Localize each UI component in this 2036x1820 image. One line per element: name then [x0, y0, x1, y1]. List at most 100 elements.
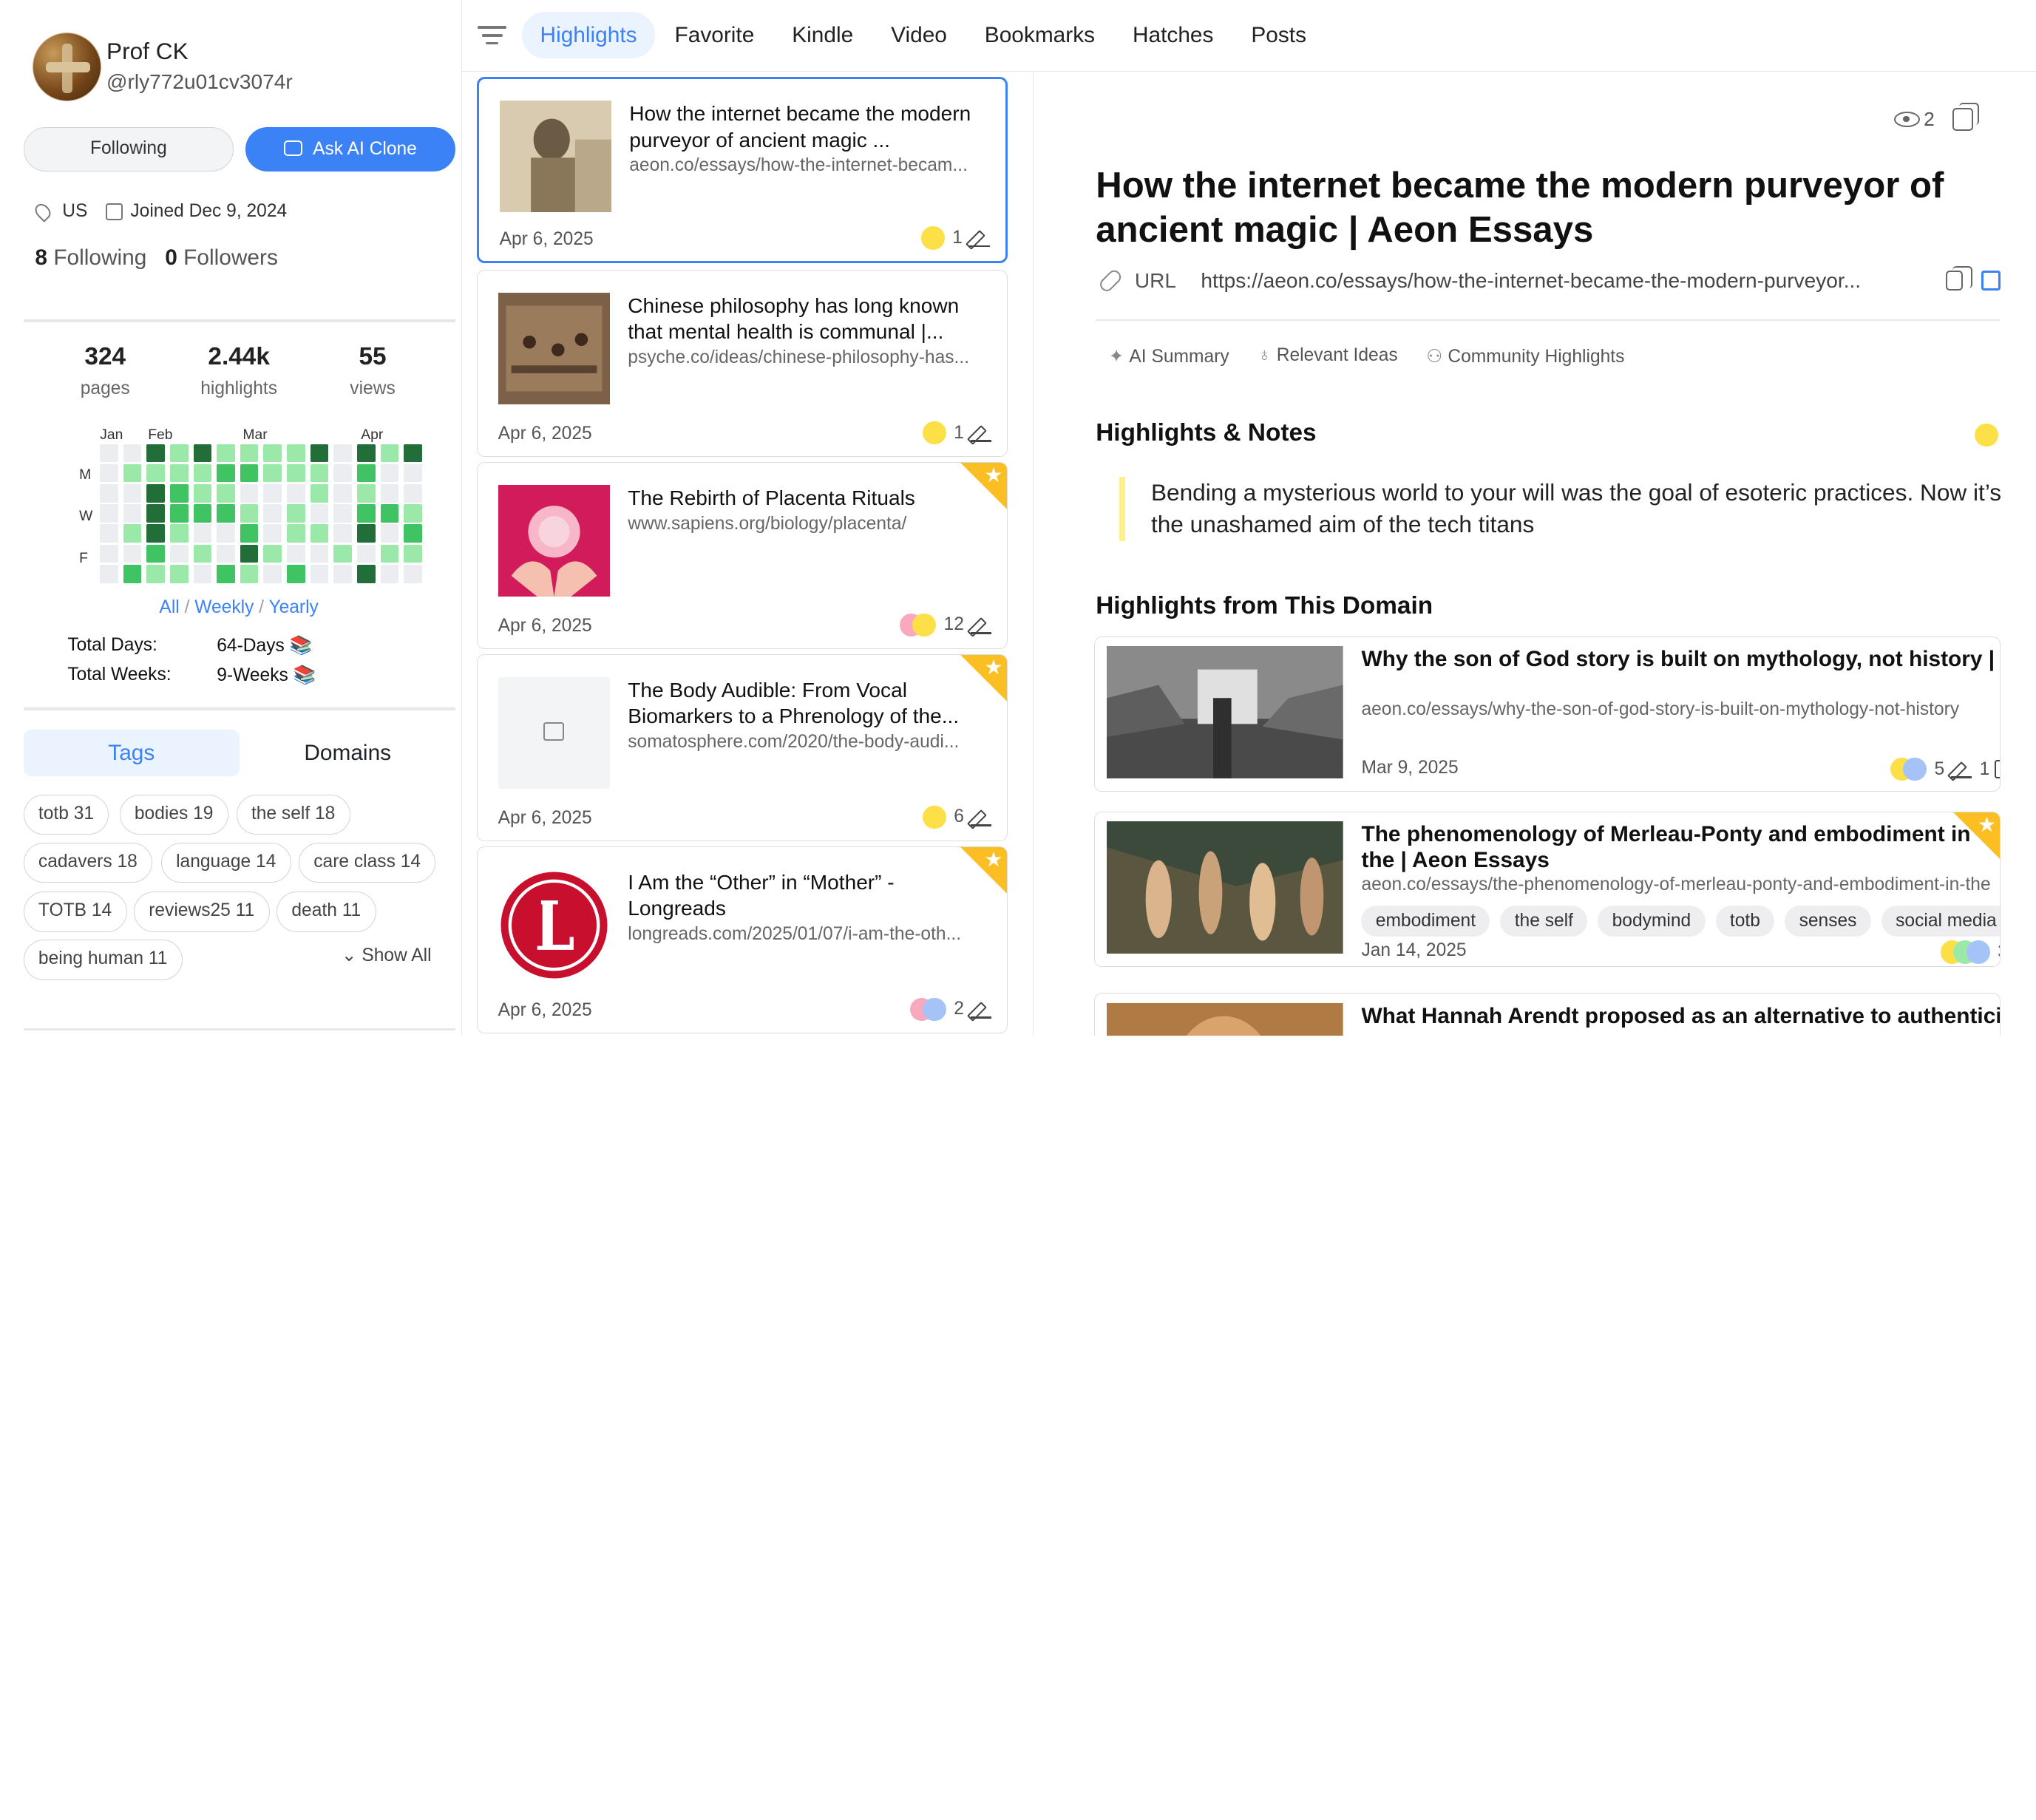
- tab-kindle[interactable]: Kindle: [774, 12, 872, 58]
- heatmap-cell[interactable]: [100, 504, 118, 523]
- heatmap-cell[interactable]: [380, 484, 399, 503]
- list-item[interactable]: I Am the “Other” in “Mother” - Longreads…: [476, 846, 1008, 1033]
- favorite-star-icon[interactable]: ★: [960, 463, 1007, 510]
- heatmap-cell[interactable]: [310, 484, 329, 503]
- heatmap-cell[interactable]: [404, 464, 422, 483]
- domain-item[interactable]: What Hannah Arendt proposed as an altern…: [1094, 993, 2001, 1036]
- heatmap-cell[interactable]: [333, 544, 352, 563]
- heatmap-cell[interactable]: [146, 484, 166, 503]
- heatmap-cell[interactable]: [356, 444, 376, 463]
- heatmap-cell[interactable]: [100, 464, 118, 483]
- heatmap-cell[interactable]: [310, 504, 329, 523]
- tag-chip[interactable]: senses: [1785, 906, 1871, 937]
- domain-item[interactable]: The phenomenology of Merleau-Ponty and e…: [1094, 811, 2001, 968]
- heatmap-cell[interactable]: [380, 524, 399, 543]
- heatmap-cell[interactable]: [287, 464, 305, 483]
- heatmap-cell[interactable]: [123, 504, 142, 523]
- favorite-star-icon[interactable]: ★: [960, 655, 1007, 702]
- heatmap-cell[interactable]: [333, 524, 352, 543]
- tag-chip[interactable]: embodiment: [1361, 906, 1490, 937]
- heatmap-cell[interactable]: [287, 484, 305, 503]
- external-link-icon[interactable]: [1981, 271, 2001, 291]
- heatmap-cell[interactable]: [170, 484, 189, 503]
- heatmap-cell[interactable]: [310, 444, 329, 463]
- heatmap-cell[interactable]: [217, 564, 235, 583]
- heatmap-cell[interactable]: [287, 544, 305, 563]
- heatmap-cell[interactable]: [100, 484, 118, 503]
- copy-icon[interactable]: [1952, 102, 1979, 132]
- heatmap-cell[interactable]: [217, 444, 235, 463]
- heatmap-cell[interactable]: [333, 504, 352, 523]
- show-all-tags[interactable]: ⌄ Show All: [342, 944, 432, 966]
- article-url[interactable]: https://aeon.co/essays/how-the-internet-…: [1201, 269, 1927, 293]
- followers-link[interactable]: 0 Followers: [165, 245, 278, 270]
- heatmap-cell[interactable]: [240, 484, 259, 503]
- heatmap-cell[interactable]: [333, 464, 352, 483]
- heatmap-cell[interactable]: [217, 504, 235, 523]
- heatmap-cell[interactable]: [310, 524, 329, 543]
- heatmap-cell[interactable]: [333, 484, 352, 503]
- heatmap-cell[interactable]: [193, 444, 212, 463]
- tag-chip[interactable]: bodymind: [1598, 906, 1706, 937]
- heatmap-cell[interactable]: [170, 444, 189, 463]
- heatmap-cell[interactable]: [240, 544, 259, 563]
- heatmap-cell[interactable]: [170, 464, 189, 483]
- tag-chip[interactable]: death 11: [276, 892, 376, 932]
- heatmap-cell[interactable]: [240, 444, 259, 463]
- heatmap-cell[interactable]: [217, 524, 235, 543]
- heatmap-cell[interactable]: [100, 524, 118, 543]
- heatmap-cell[interactable]: [404, 444, 422, 463]
- heatmap-cell[interactable]: [380, 544, 399, 563]
- heatmap-cell[interactable]: [146, 524, 166, 543]
- tag-chip[interactable]: care class 14: [298, 842, 436, 883]
- heatmap-cell[interactable]: [263, 444, 282, 463]
- highlight-color-dot[interactable]: [1975, 423, 1998, 447]
- heatmap-cell[interactable]: [170, 504, 189, 523]
- heatmap-cell[interactable]: [263, 524, 282, 543]
- heatmap-cell[interactable]: [356, 564, 376, 583]
- heatmap-cell[interactable]: [263, 544, 282, 563]
- heatmap-cell[interactable]: [404, 504, 422, 523]
- favorite-star-icon[interactable]: ★: [1953, 812, 2001, 859]
- tag-chip[interactable]: social media: [1881, 906, 2001, 937]
- ask-ai-clone-button[interactable]: Ask AI Clone: [245, 127, 456, 172]
- heatmap-cell[interactable]: [380, 504, 399, 523]
- heatmap-cell[interactable]: [123, 444, 142, 463]
- heatmap-cell[interactable]: [123, 524, 142, 543]
- heatmap-cell[interactable]: [404, 544, 422, 563]
- heatmap-cell[interactable]: [146, 464, 166, 483]
- heatmap-cell[interactable]: [217, 464, 235, 483]
- heatmap-cell[interactable]: [263, 564, 282, 583]
- tab-bookmarks[interactable]: Bookmarks: [966, 12, 1113, 58]
- heatmap-cell[interactable]: [146, 544, 166, 563]
- period-yearly[interactable]: Yearly: [268, 597, 318, 617]
- heatmap-cell[interactable]: [310, 544, 329, 563]
- heatmap-cell[interactable]: [123, 484, 142, 503]
- heatmap-cell[interactable]: [287, 504, 305, 523]
- tab-favorite[interactable]: Favorite: [656, 12, 773, 58]
- favorite-star-icon[interactable]: ★: [960, 847, 1007, 894]
- heatmap-cell[interactable]: [380, 444, 399, 463]
- list-item[interactable]: The Body Audible: From Vocal Biomarkers …: [476, 654, 1008, 841]
- avatar[interactable]: [32, 32, 101, 101]
- tab-video[interactable]: Video: [873, 12, 966, 58]
- tab-highlights[interactable]: Highlights: [521, 12, 656, 59]
- tab-relevant-ideas[interactable]: ♁ Relevant Ideas: [1258, 345, 1397, 367]
- heatmap-cell[interactable]: [146, 504, 166, 523]
- heatmap-cell[interactable]: [287, 564, 305, 583]
- filter-icon[interactable]: [478, 24, 506, 47]
- tag-chip[interactable]: the self 18: [236, 794, 350, 835]
- period-all[interactable]: All: [159, 597, 179, 617]
- tab-posts[interactable]: Posts: [1233, 12, 1325, 58]
- heatmap-cell[interactable]: [356, 544, 376, 563]
- heatmap-cell[interactable]: [240, 464, 259, 483]
- heatmap-cell[interactable]: [380, 464, 399, 483]
- tab-hatches[interactable]: Hatches: [1114, 12, 1232, 58]
- heatmap-cell[interactable]: [146, 564, 166, 583]
- heatmap-cell[interactable]: [123, 464, 142, 483]
- heatmap-cell[interactable]: [333, 444, 352, 463]
- list-item[interactable]: Chinese philosophy has long known that m…: [476, 270, 1008, 458]
- tag-chip[interactable]: TOTB 14: [23, 892, 127, 932]
- heatmap-cell[interactable]: [310, 564, 329, 583]
- tag-chip[interactable]: being human 11: [23, 940, 183, 980]
